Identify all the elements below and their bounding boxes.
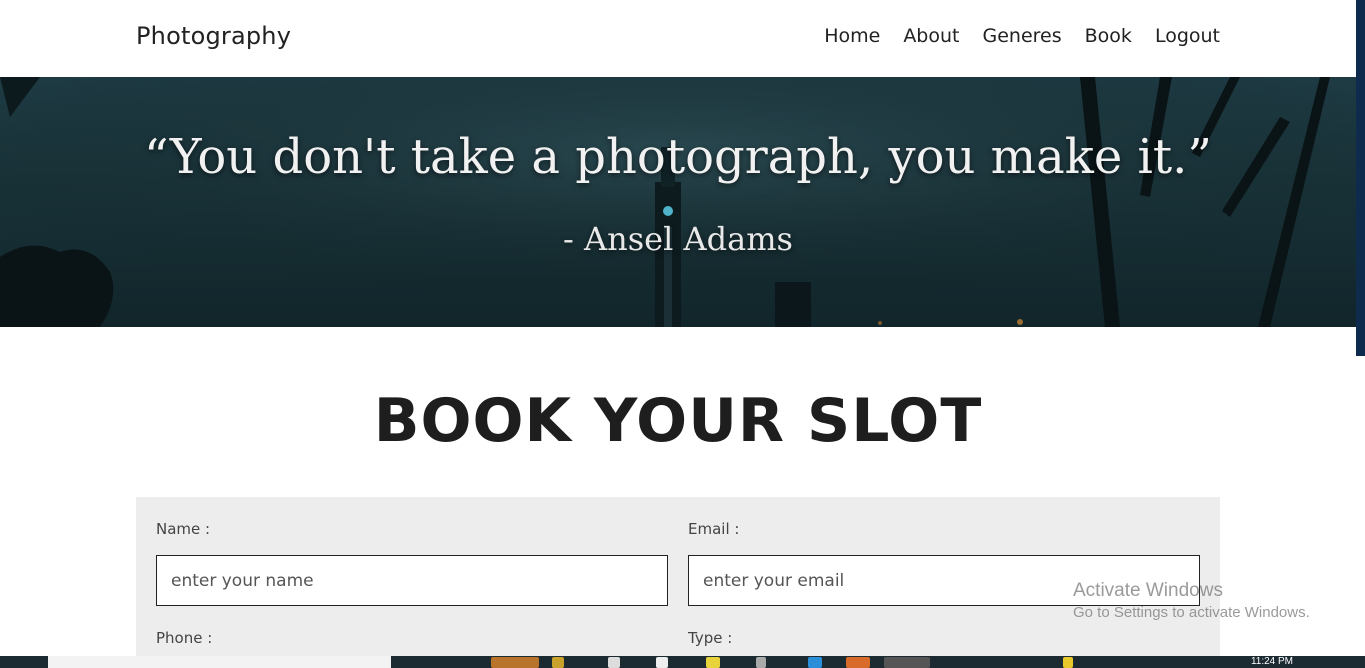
taskbar: 11:24 PM bbox=[0, 656, 1365, 668]
taskbar-search-box[interactable] bbox=[48, 656, 391, 668]
activate-windows-subtitle: Go to Settings to activate Windows. bbox=[1073, 604, 1310, 621]
activate-windows-title: Activate Windows bbox=[1073, 580, 1223, 601]
store-icon[interactable] bbox=[656, 657, 668, 668]
hero-quote: “You don't take a photograph, you make i… bbox=[144, 129, 1212, 185]
name-label: Name : bbox=[156, 520, 211, 538]
section-title: BOOK YOUR SLOT bbox=[373, 386, 983, 456]
nav-link-about[interactable]: About bbox=[903, 25, 959, 47]
warning-icon[interactable] bbox=[706, 657, 720, 668]
file-explorer-icon[interactable] bbox=[552, 657, 564, 668]
edge-icon[interactable] bbox=[808, 657, 822, 668]
pin-icon[interactable] bbox=[608, 657, 620, 668]
nav-link-home[interactable]: Home bbox=[824, 25, 880, 47]
scrollbar-strip bbox=[1356, 0, 1365, 356]
taskbar-app-icon[interactable] bbox=[491, 657, 539, 668]
navbar: Photography Home About Generes Book Logo… bbox=[0, 0, 1356, 77]
brand-logo[interactable]: Photography bbox=[136, 22, 291, 50]
nav-link-book[interactable]: Book bbox=[1085, 25, 1132, 47]
name-input[interactable] bbox=[156, 555, 668, 606]
email-label: Email : bbox=[688, 520, 740, 538]
notification-icon[interactable] bbox=[1063, 657, 1073, 668]
sublime-icon[interactable] bbox=[846, 657, 870, 668]
hero-quote-author: - Ansel Adams bbox=[563, 220, 793, 258]
nav-link-logout[interactable]: Logout bbox=[1155, 25, 1220, 47]
booking-form: Name : Email : Phone : Type : bbox=[136, 497, 1220, 668]
chrome-icon[interactable] bbox=[884, 657, 930, 668]
type-label: Type : bbox=[688, 629, 733, 647]
nav-menu: Home About Generes Book Logout bbox=[824, 25, 1220, 47]
app-icon[interactable] bbox=[756, 657, 766, 668]
hero-banner: “You don't take a photograph, you make i… bbox=[0, 77, 1356, 327]
phone-label: Phone : bbox=[156, 629, 213, 647]
taskbar-clock[interactable]: 11:24 PM bbox=[1251, 656, 1293, 667]
hero-background-image bbox=[0, 77, 1356, 327]
nav-link-generes[interactable]: Generes bbox=[983, 25, 1062, 47]
